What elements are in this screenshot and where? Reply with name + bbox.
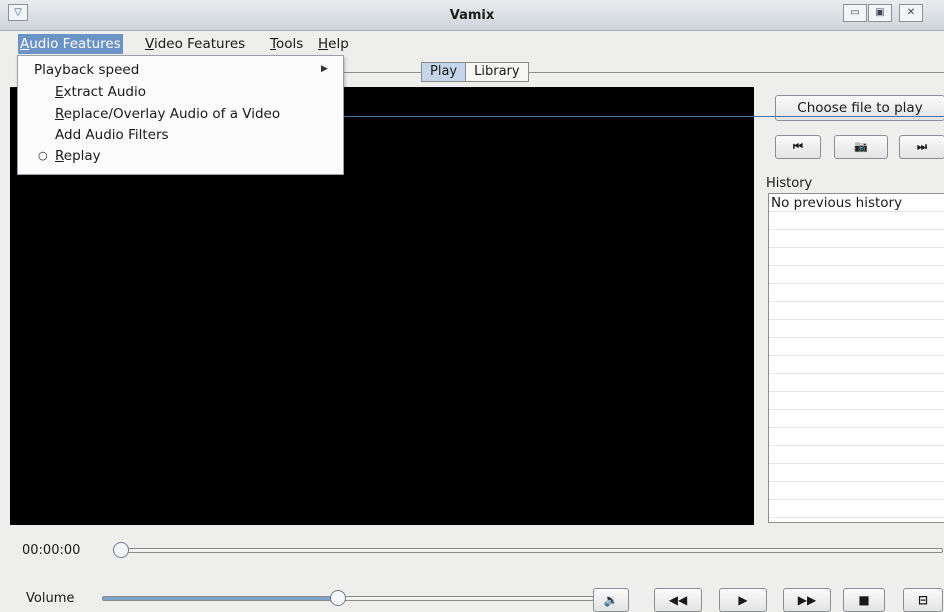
- menu-item-add-audio-filters[interactable]: Add Audio Filters: [55, 127, 169, 143]
- play-icon: ▶: [738, 593, 748, 607]
- history-list[interactable]: No previous history: [768, 193, 944, 523]
- tab-library[interactable]: Library: [466, 63, 527, 81]
- tab-bar: Play Library: [421, 62, 529, 82]
- snapshot-button[interactable]: 📷: [834, 135, 888, 159]
- menu-help[interactable]: Help: [316, 34, 351, 54]
- rewind-icon: ◀◀: [668, 593, 688, 607]
- list-row-empty: [769, 356, 944, 374]
- window-title: Vamix: [449, 8, 495, 23]
- list-row-empty: [769, 230, 944, 248]
- fast-forward-icon: ▶▶: [797, 593, 817, 607]
- list-row-empty: [769, 500, 944, 518]
- list-row-empty: [769, 446, 944, 464]
- list-row-empty: [769, 464, 944, 482]
- list-row-empty: [769, 320, 944, 338]
- highlight-connector-line: [324, 116, 944, 117]
- minimize-button[interactable]: ▭: [843, 4, 867, 22]
- volume-label: Volume: [26, 591, 75, 606]
- play-button[interactable]: ▶: [719, 588, 767, 612]
- fast-forward-button[interactable]: ▶▶: [783, 588, 831, 612]
- seek-handle[interactable]: [113, 542, 129, 558]
- next-button[interactable]: ⏭: [899, 135, 944, 159]
- list-row-empty: [769, 212, 944, 230]
- submenu-arrow-icon: ▶: [321, 64, 328, 74]
- rewind-button[interactable]: ◀◀: [654, 588, 702, 612]
- menu-item-replay[interactable]: Replay: [55, 148, 101, 164]
- list-row-empty: [769, 338, 944, 356]
- camera-icon: 📷: [854, 140, 868, 153]
- list-row-empty: [769, 284, 944, 302]
- time-readout: 00:00:00: [22, 543, 81, 558]
- list-row-empty: [769, 482, 944, 500]
- list-row-empty: [769, 302, 944, 320]
- audio-features-dropdown: Playback speed ▶ Extract Audio Replace/O…: [17, 55, 344, 175]
- speaker-icon: 🔉: [603, 593, 619, 607]
- volume-fill: [103, 597, 340, 600]
- list-item[interactable]: No previous history: [769, 194, 944, 212]
- list-row-empty: [769, 374, 944, 392]
- tab-play[interactable]: Play: [422, 63, 467, 81]
- list-row-empty: [769, 428, 944, 446]
- radio-icon: ○: [38, 149, 48, 162]
- stop-button[interactable]: ■: [843, 588, 885, 612]
- menu-tools[interactable]: Tools: [268, 34, 305, 54]
- skip-forward-icon: ⏭: [917, 140, 927, 153]
- history-label: History: [766, 176, 813, 191]
- menu-video-features[interactable]: Video Features: [143, 34, 247, 54]
- menu-audio-features[interactable]: Audio Features: [18, 34, 123, 54]
- menu-item-replace-overlay-audio[interactable]: Replace/Overlay Audio of a Video: [55, 106, 280, 122]
- previous-button[interactable]: ⏮: [775, 135, 821, 159]
- choose-file-button[interactable]: Choose file to play: [775, 95, 944, 121]
- stop-icon: ■: [858, 593, 870, 607]
- list-row-empty: [769, 392, 944, 410]
- seek-slider[interactable]: [113, 548, 943, 553]
- menu-bar: [0, 31, 944, 55]
- close-button[interactable]: ✕: [899, 4, 923, 22]
- maximize-button[interactable]: ▣: [868, 4, 892, 22]
- fullscreen-icon: ⊟: [917, 593, 929, 607]
- list-row-empty: [769, 266, 944, 284]
- menu-item-playback-speed[interactable]: Playback speed: [34, 62, 139, 78]
- menu-item-extract-audio[interactable]: Extract Audio: [55, 84, 146, 100]
- mute-button[interactable]: 🔉: [593, 588, 629, 612]
- list-row-empty: [769, 410, 944, 428]
- list-row-empty: [769, 248, 944, 266]
- skip-back-icon: ⏮: [793, 140, 803, 153]
- fullscreen-button[interactable]: ⊟: [903, 588, 943, 612]
- volume-handle[interactable]: [330, 590, 347, 606]
